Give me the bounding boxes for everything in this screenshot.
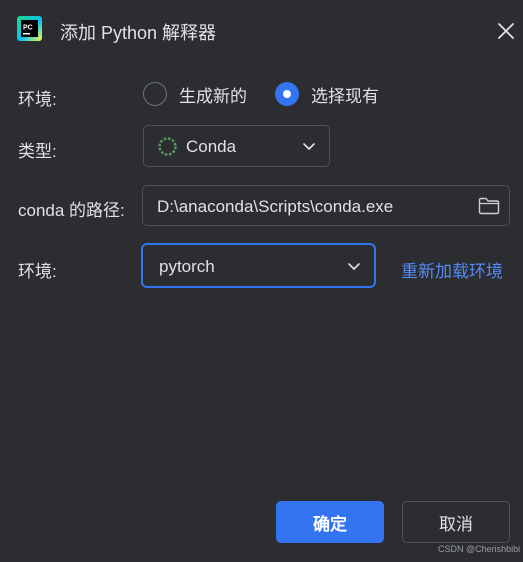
conda-path-field[interactable]: D:\anaconda\Scripts\conda.exe xyxy=(142,185,510,226)
environment-mode-label: 环境: xyxy=(18,90,57,109)
environment-label: 环境: xyxy=(18,262,57,281)
environment-value: pytorch xyxy=(159,257,215,276)
close-icon[interactable] xyxy=(494,19,518,43)
watermark: CSDN @Cherishbibi xyxy=(438,544,521,554)
chevron-down-icon xyxy=(348,262,360,270)
dialog-title: 添加 Python 解释器 xyxy=(60,23,217,43)
type-value: Conda xyxy=(186,137,237,156)
type-dropdown[interactable]: Conda xyxy=(143,125,330,167)
title-bar: PC 添加 Python 解释器 xyxy=(0,0,523,60)
reload-environments-link[interactable]: 重新加载环境 xyxy=(401,257,503,282)
chevron-down-icon xyxy=(303,143,315,150)
radio-unchecked-icon xyxy=(143,82,167,106)
radio-create-new[interactable]: 生成新的 xyxy=(143,81,247,107)
add-python-interpreter-dialog: PC 添加 Python 解释器 环境: 生成新的 选择现有 类型: Conda… xyxy=(0,0,523,562)
type-label: 类型: xyxy=(18,142,57,161)
pycharm-logo-icon: PC xyxy=(17,16,42,41)
folder-icon[interactable] xyxy=(478,197,500,215)
radio-select-existing-label: 选择现有 xyxy=(311,86,379,106)
cancel-button[interactable]: 取消 xyxy=(402,501,510,543)
radio-create-new-label: 生成新的 xyxy=(179,86,247,106)
ok-button[interactable]: 确定 xyxy=(276,501,384,543)
environment-dropdown[interactable]: pytorch xyxy=(141,243,376,288)
conda-path-label: conda 的路径: xyxy=(18,201,125,220)
conda-path-value: D:\anaconda\Scripts\conda.exe xyxy=(157,197,394,216)
conda-spinner-icon xyxy=(158,137,177,156)
svg-text:PC: PC xyxy=(23,25,33,32)
radio-select-existing[interactable]: 选择现有 xyxy=(275,81,379,107)
radio-checked-icon xyxy=(275,82,299,106)
